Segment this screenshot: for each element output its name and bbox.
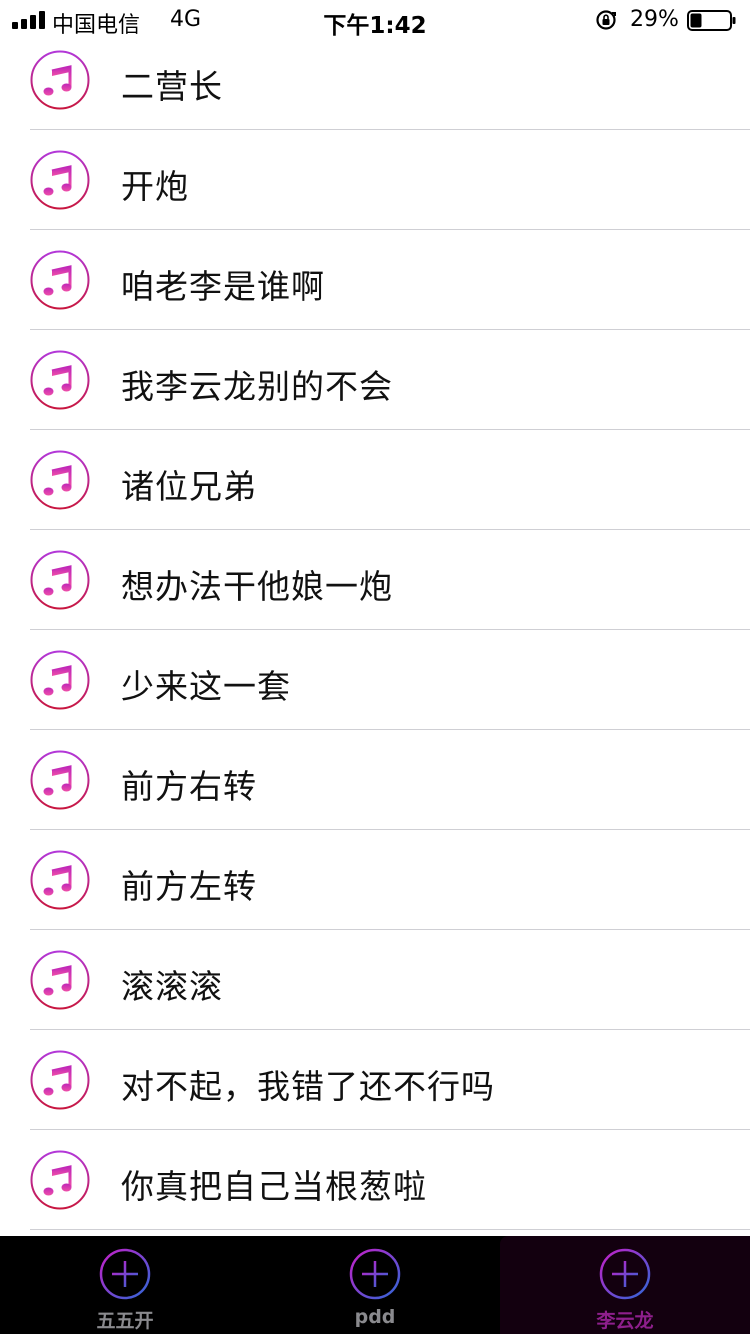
tab-label: pdd <box>354 1306 396 1328</box>
song-title: 我李云龙别的不会 <box>121 367 393 406</box>
tab-label: 五五开 <box>96 1310 154 1332</box>
music-note-icon <box>30 350 90 410</box>
list-item[interactable]: 滚滚滚 <box>0 930 750 1030</box>
song-title: 前方右转 <box>121 767 257 806</box>
list-item[interactable]: 对不起，我错了还不行吗 <box>0 1030 750 1130</box>
tab-label: 李云龙 <box>596 1310 654 1332</box>
song-title: 二营长 <box>121 67 223 106</box>
list-item[interactable]: 开炮 <box>0 130 750 230</box>
music-note-icon <box>30 150 90 210</box>
battery-icon <box>687 10 736 31</box>
plus-circle-icon <box>599 1248 651 1300</box>
list-item[interactable]: 你真把自己当根葱啦 <box>0 1130 750 1230</box>
plus-circle-icon <box>99 1248 151 1300</box>
song-title: 想办法干他娘一炮 <box>121 567 393 606</box>
battery-percentage: 29% <box>630 7 679 32</box>
music-note-icon <box>30 950 90 1010</box>
tab-3[interactable]: 李云龙 <box>500 1236 750 1334</box>
music-note-icon <box>30 50 90 110</box>
music-note-icon <box>30 450 90 510</box>
song-title: 对不起，我错了还不行吗 <box>121 1067 495 1106</box>
tab-bar: 五五开 pdd 李云龙 <box>0 1236 750 1334</box>
list-item[interactable]: 我李云龙别的不会 <box>0 330 750 430</box>
song-title: 开炮 <box>121 167 189 206</box>
song-title: 少来这一套 <box>121 667 291 706</box>
song-title: 前方左转 <box>121 867 257 906</box>
list-item[interactable]: 前方右转 <box>0 730 750 830</box>
music-note-icon <box>30 1050 90 1110</box>
song-list[interactable]: 二营长 开炮 咱老李是谁啊 我李云龙别的不会 诸位兄弟 想办法干他娘一炮 少来这… <box>0 40 750 1236</box>
divider <box>30 1229 750 1230</box>
status-bar: 中国电信 4G 下午1:42 29% <box>0 0 750 40</box>
song-title: 滚滚滚 <box>121 967 223 1006</box>
list-item[interactable]: 诸位兄弟 <box>0 430 750 530</box>
list-item[interactable]: 想办法干他娘一炮 <box>0 530 750 630</box>
music-note-icon <box>30 1150 90 1210</box>
song-title: 咱老李是谁啊 <box>121 267 325 306</box>
app-screen: 中国电信 4G 下午1:42 29% 二营长 开炮 咱老李是谁啊 我李云龙别的不… <box>0 0 750 1334</box>
music-note-icon <box>30 550 90 610</box>
rotation-lock-icon <box>596 10 616 30</box>
music-note-icon <box>30 850 90 910</box>
music-note-icon <box>30 650 90 710</box>
list-item[interactable]: 二营长 <box>0 40 750 130</box>
list-item[interactable]: 少来这一套 <box>0 630 750 730</box>
list-item[interactable]: 咱老李是谁啊 <box>0 230 750 330</box>
tab-2[interactable]: pdd <box>250 1236 500 1334</box>
plus-circle-icon <box>349 1248 401 1300</box>
song-title: 你真把自己当根葱啦 <box>121 1167 427 1206</box>
list-item[interactable]: 前方左转 <box>0 830 750 930</box>
song-title: 诸位兄弟 <box>121 467 257 506</box>
music-note-icon <box>30 250 90 310</box>
tab-1[interactable]: 五五开 <box>0 1236 250 1334</box>
music-note-icon <box>30 750 90 810</box>
